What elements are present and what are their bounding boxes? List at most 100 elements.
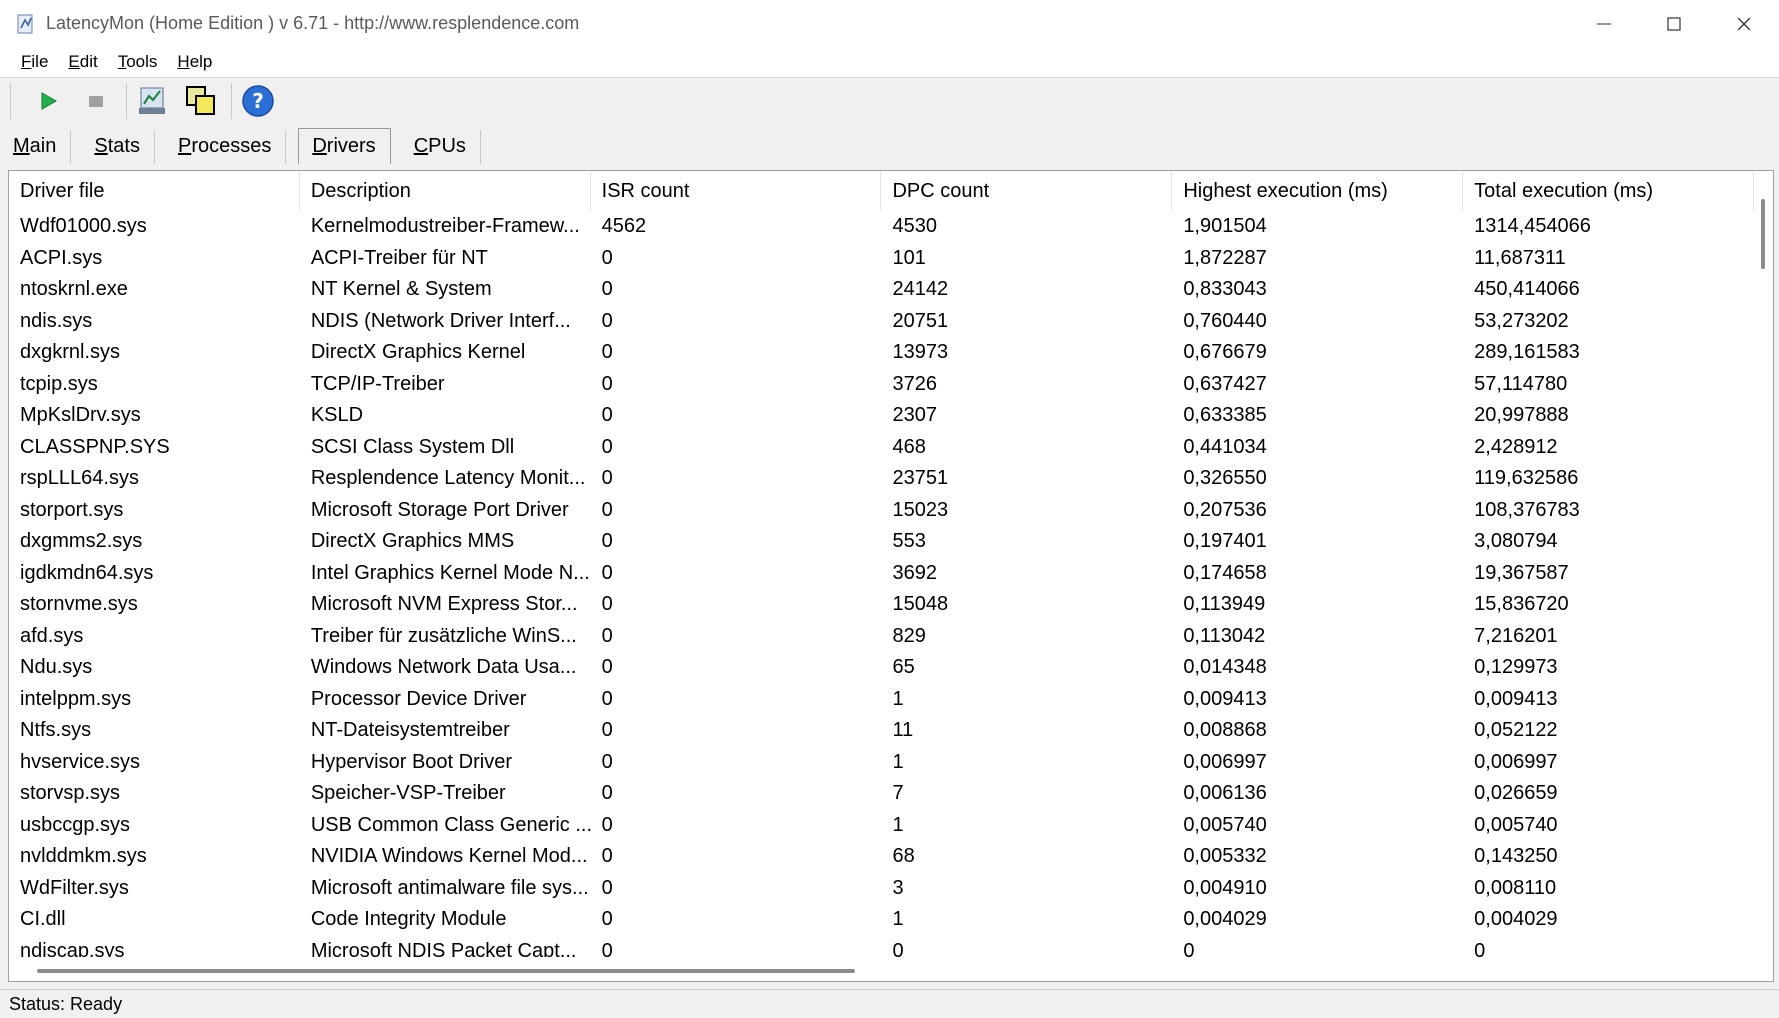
table-cell: nvlddmkm.sys (20, 845, 147, 867)
table-cell: Treiber für zusätzliche WinS... (310, 624, 577, 647)
table-cell: Windows Network Data Usa... (310, 656, 577, 678)
table-cell: 0 (601, 278, 613, 300)
horizontal-scroll-thumb[interactable] (37, 969, 855, 973)
table-row[interactable]: usbccgp.sys USB Common Class Generic ... 0… (9, 810, 1754, 842)
table-cell: 0,009413 (1474, 687, 1558, 710)
table-row[interactable]: storvsp.sys Speicher-VSP-Treiber 0 7 0,00613… (9, 778, 1754, 810)
table-cell: CI.dll (20, 908, 66, 930)
table-cell: ntoskrnl.exe (20, 278, 128, 300)
table-row[interactable]: ACPI.sys ACPI-Treiber für NT 0 101 1,872287 1… (9, 243, 1754, 275)
menu-edit[interactable]: Edit (68, 52, 97, 72)
tab-cpus[interactable]: C PUs (401, 130, 481, 164)
table-row[interactable]: Wdf01000.sys Kernelmodustreiber-Framew...… (9, 211, 1754, 243)
table-cell: SCSI Class System Dll (310, 435, 515, 458)
table-cell: 0 (601, 813, 613, 836)
table-row[interactable]: dxgmms2.sys DirectX Graphics MMS 0 553 0,197… (9, 526, 1754, 558)
analyze-button[interactable] (133, 81, 173, 121)
table-row[interactable]: dxgkrnl.sys DirectX Graphics Kernel 0 13973… (9, 337, 1754, 369)
table-row[interactable]: intelppm.sys Processor Device Driver 0 1 0,0… (9, 684, 1754, 716)
column-header-description[interactable]: Description (300, 171, 591, 211)
table-row[interactable]: ndis.sys NDIS (Network Driver Interf... 0 2… (9, 306, 1754, 338)
minimize-button[interactable] (1569, 0, 1639, 47)
table-cell: 0,633385 (1183, 404, 1267, 426)
table-row[interactable]: Ntfs.sys NT-Dateisystemtreiber 0 11 0,008868… (9, 715, 1754, 747)
help-button[interactable]: ? (238, 81, 278, 121)
column-header-dpc-count[interactable]: DPC count (881, 171, 1173, 211)
table-cell: DirectX Graphics Kernel (310, 341, 526, 363)
table-row[interactable]: CI.dll Code Integrity Module 0 1 0,004029 0,0… (9, 904, 1754, 936)
table-row[interactable]: Ndu.sys Windows Network Data Usa... 0 65 0,0… (9, 652, 1754, 684)
table-cell: Wdf01000.sys (20, 215, 147, 237)
table-cell: NVIDIA Windows Kernel Mod... (310, 845, 588, 867)
column-header-total-execution[interactable]: Total execution (ms) (1463, 171, 1754, 211)
table-cell: 450,414066 (1474, 278, 1580, 300)
close-button[interactable] (1709, 0, 1779, 47)
table-row[interactable]: ndiscap.sys Microsoft NDIS Packet Capt...… (9, 936, 1754, 958)
table-cell: 0,006997 (1474, 750, 1558, 773)
table-row[interactable]: afd.sys Treiber für zusätzliche WinS... 0 8… (9, 621, 1754, 653)
table-cell: 0,005740 (1183, 813, 1267, 836)
table-row[interactable]: nvlddmkm.sys NVIDIA Windows Kernel Mod...… (9, 841, 1754, 873)
table-cell: Hypervisor Boot Driver (310, 750, 512, 773)
table-row[interactable]: MpKslDrv.sys KSLD 0 2307 0,633385 20,997888 (9, 400, 1754, 432)
table-cell: 3 (892, 876, 904, 899)
column-header-driver-file[interactable]: Driver file (9, 171, 300, 211)
table-cell: NT-Dateisystemtreiber (310, 719, 510, 741)
table-cell: 119,632586 (1474, 467, 1579, 489)
menu-tools[interactable]: Tools (118, 52, 158, 72)
stop-button[interactable] (76, 81, 116, 121)
table-row[interactable]: stornvme.sys Microsoft NVM Express Stor..… (9, 589, 1754, 621)
table-cell: 15,836720 (1474, 593, 1569, 615)
table-cell: 0 (892, 939, 904, 958)
table-row[interactable]: hvservice.sys Hypervisor Boot Driver 0 1 0,0… (9, 747, 1754, 779)
status-bar: Status: Ready (0, 989, 1779, 1018)
table-cell: CLASSPNP.SYS (20, 435, 170, 458)
table-cell: Speicher-VSP-Treiber (310, 782, 506, 804)
title-bar: LatencyMon (Home Edition ) v 6.71 - http… (0, 0, 1779, 47)
menu-help[interactable]: Help (177, 52, 212, 72)
tab-main[interactable]: Main (0, 130, 72, 164)
table-row[interactable]: tcpip.sys TCP/IP-Treiber 0 3726 0,637427 57,1… (9, 369, 1754, 401)
maximize-button[interactable] (1639, 0, 1709, 47)
vertical-scrollbar[interactable] (1754, 171, 1773, 961)
column-header-highest-execution[interactable]: Highest execution (ms) (1172, 171, 1464, 211)
table-cell: 0,833043 (1183, 278, 1267, 300)
tab-stats[interactable]: Stats (81, 130, 155, 164)
table-cell: 2,428912 (1474, 435, 1558, 458)
table-cell: 0,005740 (1474, 813, 1558, 836)
table-cell: 0,006136 (1183, 782, 1267, 804)
table-cell: 0,197401 (1183, 530, 1267, 552)
windows-button[interactable] (181, 81, 221, 121)
horizontal-scrollbar[interactable] (9, 961, 1754, 980)
table-row[interactable]: CLASSPNP.SYS SCSI Class System Dll 0 468 0,4… (9, 432, 1754, 464)
table-row[interactable]: igdkmdn64.sys Intel Graphics Kernel Mode … (9, 558, 1754, 590)
table-cell: 0,052122 (1474, 719, 1558, 741)
tab-drivers[interactable]: Drivers (298, 128, 391, 164)
table-cell: 0,676679 (1183, 341, 1267, 363)
table-row[interactable]: rspLLL64.sys Resplendence Latency Monit..… (9, 463, 1754, 495)
table-cell: 0,008868 (1183, 719, 1267, 741)
column-header-isr-count[interactable]: ISR count (591, 171, 882, 211)
menu-file[interactable]: File (21, 52, 48, 72)
analyze-icon (139, 87, 165, 114)
table-cell: 0,006997 (1183, 750, 1267, 773)
table-row[interactable]: ntoskrnl.exe NT Kernel & System 0 24142 0,83… (9, 274, 1754, 306)
table-cell: ndis.sys (20, 309, 93, 332)
table-cell: 0 (601, 624, 613, 647)
table-cell: 1,872287 (1183, 246, 1267, 269)
table-row[interactable]: storport.sys Microsoft Storage Port Drive… (9, 495, 1754, 527)
tab-processes[interactable]: Processes (165, 130, 287, 164)
table-cell: 1 (892, 813, 904, 836)
window-title: LatencyMon (Home Edition ) v 6.71 - http… (46, 13, 580, 33)
table-cell: Microsoft NVM Express Stor... (310, 593, 578, 615)
vertical-scroll-thumb[interactable] (1761, 199, 1765, 269)
table-cell: 1 (892, 687, 904, 710)
menu-bar: File Edit Tools Help (0, 47, 1779, 78)
table-cell: 7 (892, 782, 904, 804)
toolbar-grip (10, 83, 14, 119)
table-row[interactable]: WdFilter.sys Microsoft antimalware file s… (9, 873, 1754, 905)
start-button[interactable] (28, 81, 68, 121)
table-cell: DirectX Graphics MMS (310, 530, 515, 552)
drivers-table: Driver file Description ISR count DPC co… (8, 170, 1774, 982)
latencymon-app-icon (17, 14, 33, 33)
